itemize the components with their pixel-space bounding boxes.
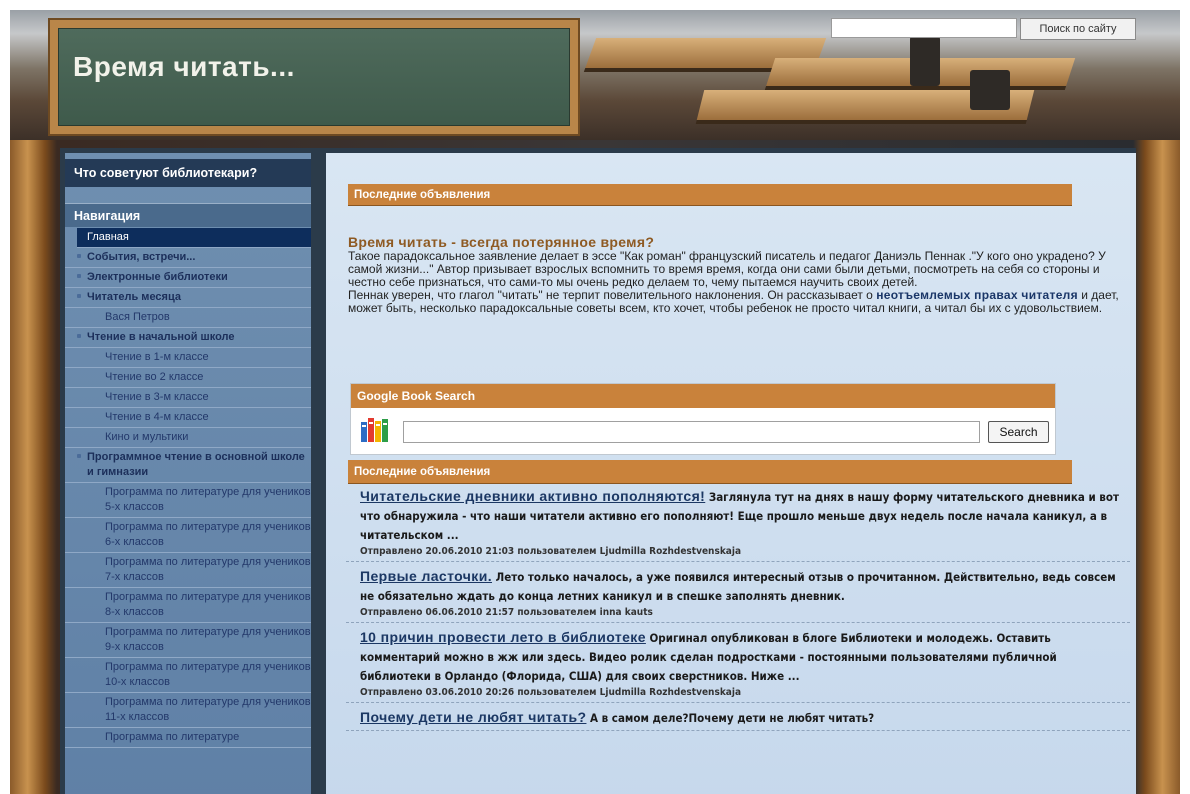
sidebar-nav-label: Электронные библиотеки — [87, 271, 228, 283]
sidebar-nav-item[interactable]: Чтение в 3-м классе — [65, 388, 311, 408]
chalkboard-banner: Время читать... — [48, 18, 580, 136]
sidebar-nav-label: Чтение в 1-м классе — [105, 351, 209, 363]
news-meta: Отправлено 03.06.2010 20:26 пользователе… — [360, 687, 742, 698]
article-title[interactable]: Время читать - всегда потерянное время? — [348, 234, 1130, 250]
news-title-link[interactable]: Читательские дневники активно пополняютс… — [360, 488, 705, 504]
sidebar-nav-item[interactable]: Программа по литературе для учеников 5-х… — [65, 483, 311, 518]
sidebar-nav-label: Программа по литературе для учеников 9-х… — [105, 626, 311, 653]
sidebar-nav-label: Программа по литературе для учеников 5-х… — [105, 486, 311, 513]
book-search-button[interactable]: Search — [988, 421, 1049, 443]
sidebar-nav-item[interactable]: Главная — [77, 228, 311, 248]
site-search-button[interactable]: Поиск по сайту — [1020, 18, 1136, 40]
news-body: Читательские дневники активно пополняютс… — [360, 487, 1130, 545]
news-item: Почему дети не любят читать? А в самом д… — [346, 707, 1130, 731]
books-icon — [361, 418, 388, 442]
chalkboard: Время читать... — [58, 28, 570, 126]
bullet-icon — [77, 274, 81, 278]
announcements-bar: Последние объявления — [348, 460, 1072, 484]
bullet-icon — [77, 334, 81, 338]
sidebar-nav-label: Программа по литературе для учеников 10-… — [105, 661, 311, 688]
news-meta: Отправлено 06.06.2010 21:57 пользователе… — [360, 607, 653, 618]
news-body: Первые ласточки. Лето только началось, а… — [360, 567, 1130, 606]
classroom-chair-image — [970, 70, 1010, 110]
google-book-search-widget: Google Book Search Search — [350, 383, 1056, 455]
news-title-link[interactable]: 10 причин провести лето в библиотеке — [360, 629, 646, 645]
news-item: Первые ласточки. Лето только началось, а… — [346, 566, 1130, 623]
sidebar-nav-label: Программное чтение в основной школе и ги… — [87, 451, 305, 478]
navigation-menu: Главная События, встречи... Электронные би… — [65, 228, 311, 748]
sidebar-nav-label: Вася Петров — [105, 311, 170, 323]
sidebar-nav-item[interactable]: Программное чтение в основной школе и ги… — [65, 448, 311, 483]
news-list: Читательские дневники активно пополняютс… — [346, 486, 1130, 735]
sidebar: Что советуют библиотекари? Навигация Гла… — [65, 153, 311, 794]
sidebar-nav-label: Чтение в начальной школе — [87, 331, 235, 343]
sidebar-nav-item[interactable]: Программа по литературе — [65, 728, 311, 748]
news-body: Почему дети не любят читать? А в самом д… — [360, 708, 1130, 728]
sidebar-nav-label: Программа по литературе для учеников 7-х… — [105, 556, 311, 583]
sidebar-nav-label: Чтение в 4-м классе — [105, 411, 209, 423]
sidebar-nav-item[interactable]: Чтение во 2 классе — [65, 368, 311, 388]
content-container: Что советуют библиотекари? Навигация Гла… — [60, 148, 1136, 794]
sidebar-nav-label: Кино и мультики — [105, 431, 189, 443]
sidebar-nav-item[interactable]: Читатель месяца — [65, 288, 311, 308]
sidebar-nav-label: События, встречи... — [87, 251, 196, 263]
sidebar-nav-item[interactable]: Программа по литературе для учеников 10-… — [65, 658, 311, 693]
site-title[interactable]: Время читать... — [73, 51, 295, 83]
sidebar-nav-item[interactable]: Чтение в начальной школе — [65, 328, 311, 348]
sidebar-nav-item[interactable]: Кино и мультики — [65, 428, 311, 448]
classroom-chair-image — [910, 36, 940, 86]
bullet-icon — [77, 294, 81, 298]
bullet-icon — [77, 454, 81, 458]
sidebar-nav-item[interactable]: Чтение в 4-м классе — [65, 408, 311, 428]
sidebar-nav-item[interactable]: Программа по литературе для учеников 8-х… — [65, 588, 311, 623]
google-book-search-title: Google Book Search — [351, 384, 1055, 408]
article-paragraph: Такое парадоксальное заявление делает в … — [348, 250, 1130, 315]
advice-heading[interactable]: Что советуют библиотекари? — [65, 159, 311, 187]
sidebar-nav-label: Чтение во 2 классе — [105, 371, 204, 383]
site-header: Время читать... Поиск по сайту — [10, 10, 1180, 140]
announcements-bar: Последние объявления — [348, 184, 1072, 206]
article-text: Такое парадоксальное заявление делает в … — [348, 249, 1106, 289]
main-content: Последние объявления Время читать - всег… — [326, 153, 1136, 794]
sidebar-nav-label: Читатель месяца — [87, 291, 181, 303]
news-meta: Отправлено 20.06.2010 21:03 пользователе… — [360, 546, 742, 557]
featured-article: Время читать - всегда потерянное время? … — [348, 234, 1130, 315]
navigation-heading: Навигация — [65, 203, 311, 227]
news-item: Читательские дневники активно пополняютс… — [346, 486, 1130, 562]
sidebar-nav-item[interactable]: Программа по литературе для учеников 9-х… — [65, 623, 311, 658]
article-text: Пеннак уверен, что глагол "читать" не те… — [348, 288, 877, 302]
reader-rights-link[interactable]: неотъемлемых правах читателя — [876, 288, 1078, 302]
sidebar-nav-label: Главная — [87, 231, 129, 243]
sidebar-nav-item[interactable]: Программа по литературе для учеников 7-х… — [65, 553, 311, 588]
sidebar-nav-item[interactable]: Электронные библиотеки — [65, 268, 311, 288]
news-title-link[interactable]: Первые ласточки. — [360, 568, 492, 584]
news-item: 10 причин провести лето в библиотеке Ори… — [346, 627, 1130, 703]
sidebar-nav-label: Программа по литературе для учеников 6-х… — [105, 521, 311, 548]
sidebar-nav-item[interactable]: События, встречи... — [65, 248, 311, 268]
sidebar-nav-label: Чтение в 3-м классе — [105, 391, 209, 403]
site-search-input[interactable] — [831, 18, 1017, 38]
sidebar-nav-item[interactable]: Чтение в 1-м классе — [65, 348, 311, 368]
sidebar-nav-item[interactable]: Программа по литературе для учеников 11-… — [65, 693, 311, 728]
page-frame: Время читать... Поиск по сайту Что совет… — [10, 10, 1180, 794]
sidebar-nav-item[interactable]: Программа по литературе для учеников 6-х… — [65, 518, 311, 553]
news-body: 10 причин провести лето в библиотеке Ори… — [360, 628, 1130, 686]
sidebar-nav-label: Программа по литературе для учеников 8-х… — [105, 591, 311, 618]
news-title-link[interactable]: Почему дети не любят читать? — [360, 709, 586, 725]
news-excerpt: А в самом деле?Почему дети не любят чита… — [586, 711, 875, 725]
sidebar-nav-label: Программа по литературе для учеников 11-… — [105, 696, 311, 723]
sidebar-nav-item[interactable]: Вася Петров — [65, 308, 311, 328]
sidebar-nav-label: Программа по литературе — [105, 731, 240, 743]
bullet-icon — [77, 254, 81, 258]
book-search-input[interactable] — [403, 421, 980, 443]
